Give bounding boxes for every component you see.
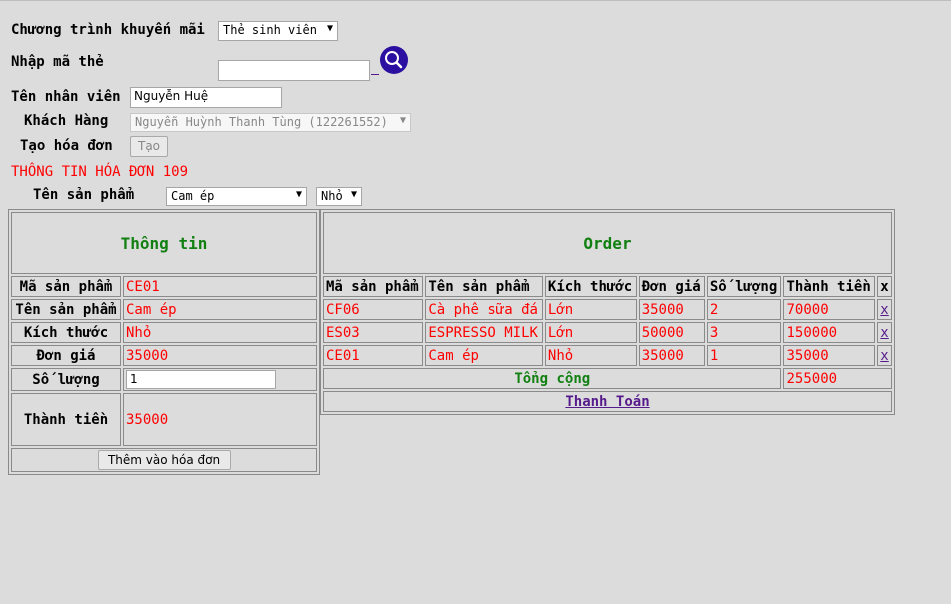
order-cell: ESPRESSO MILK: [425, 322, 543, 343]
info-qty-cell: 1: [123, 368, 317, 391]
order-col-size: Kích thước: [544, 276, 637, 297]
chevron-down-icon: ▼: [399, 115, 406, 126]
remove-item-link[interactable]: x: [880, 302, 888, 318]
order-cell: 70000: [783, 299, 876, 320]
info-code-key: Mã sản phẩm: [11, 276, 121, 297]
customer-label: Khách Hàng: [24, 113, 109, 129]
chevron-down-icon: ▼: [350, 189, 357, 200]
order-col-name: Tên sản phẩm: [425, 276, 543, 297]
invoice-title: THÔNG TIN HÓA ĐƠN 109: [11, 164, 189, 180]
promo-select-value: Thẻ sinh viên: [223, 23, 317, 37]
create-invoice-label: Tạo hóa đơn: [20, 138, 113, 154]
size-select[interactable]: Nhỏ ▼: [316, 187, 362, 206]
info-size-value: Nhỏ: [123, 322, 317, 343]
card-link-underline: [371, 74, 379, 75]
info-qty-key: Số lượng: [11, 368, 121, 391]
order-remove-cell: x: [877, 299, 892, 320]
add-to-invoice-button[interactable]: Thêm vào hóa đơn: [97, 450, 231, 470]
order-header-row: Mã sản phẩm Tên sản phẩm Kích thước Đơn …: [323, 276, 892, 297]
order-col-code: Mã sản phẩm: [323, 276, 424, 297]
customer-select[interactable]: Nguyễn Huỳnh Thanh Tùng (122261552) ▼: [130, 113, 411, 132]
table-row: CE01 Cam ép Nhỏ 35000 1 35000 x: [323, 345, 892, 366]
pay-link[interactable]: Thanh Toán: [565, 394, 649, 410]
order-cell: CE01: [323, 345, 424, 366]
order-cell: Lớn: [544, 299, 637, 320]
order-remove-cell: x: [877, 322, 892, 343]
create-invoice-button[interactable]: Tạo: [130, 136, 168, 157]
card-label: Nhập mã thẻ: [11, 54, 104, 70]
order-col-remove: x: [877, 276, 892, 297]
product-info-table: Thông tin Mã sản phẩm CE01 Tên sản phẩm …: [8, 209, 320, 475]
remove-item-link[interactable]: x: [880, 348, 888, 364]
size-select-value: Nhỏ: [321, 189, 343, 203]
order-table: Order Mã sản phẩm Tên sản phẩm Kích thướ…: [320, 209, 895, 415]
order-cell: 150000: [783, 322, 876, 343]
order-cell: 50000: [638, 322, 705, 343]
employee-label: Tên nhân viên: [11, 89, 121, 105]
info-name-value: Cam ép: [123, 299, 317, 320]
search-button[interactable]: [380, 46, 408, 74]
info-code-value: CE01: [123, 276, 317, 297]
order-col-qty: Số lượng: [706, 276, 782, 297]
remove-item-link[interactable]: x: [880, 325, 888, 341]
order-cell: 35000: [638, 299, 705, 320]
table-row: ES03 ESPRESSO MILK Lớn 50000 3 150000 x: [323, 322, 892, 343]
product-label: Tên sản phẩm: [33, 187, 135, 203]
order-cell: 2: [706, 299, 782, 320]
order-cell: ES03: [323, 322, 424, 343]
product-select[interactable]: Cam ép ▼: [166, 187, 307, 206]
customer-select-value: Nguyễn Huỳnh Thanh Tùng (122261552): [135, 115, 388, 129]
order-cell: 35000: [783, 345, 876, 366]
pay-cell: Thanh Toán: [323, 391, 892, 412]
order-cell: 1: [706, 345, 782, 366]
order-title: Order: [323, 212, 892, 274]
chevron-down-icon: ▼: [326, 23, 333, 34]
order-total-value: 255000: [783, 368, 892, 389]
employee-input[interactable]: Nguyễn Huệ: [130, 87, 282, 108]
product-select-value: Cam ép: [171, 189, 215, 203]
card-input[interactable]: [218, 60, 370, 81]
add-button-cell: Thêm vào hóa đơn: [11, 448, 317, 472]
order-remove-cell: x: [877, 345, 892, 366]
order-cell: Cà phê sữa đá: [425, 299, 543, 320]
info-name-key: Tên sản phẩm: [11, 299, 121, 320]
info-size-key: Kích thước: [11, 322, 121, 343]
order-col-price: Đơn giá: [638, 276, 705, 297]
order-col-total: Thành tiền: [783, 276, 876, 297]
order-cell: 35000: [638, 345, 705, 366]
info-price-value: 35000: [123, 345, 317, 366]
order-total-label: Tổng cộng: [323, 368, 782, 389]
order-cell: CF06: [323, 299, 424, 320]
info-title: Thông tin: [11, 212, 317, 274]
quantity-input[interactable]: 1: [126, 370, 276, 389]
order-cell: Nhỏ: [544, 345, 637, 366]
info-total-value: 35000: [123, 393, 317, 446]
order-cell: Lớn: [544, 322, 637, 343]
search-icon: [385, 51, 403, 69]
info-total-key: Thành tiền: [11, 393, 121, 446]
chevron-down-icon: ▼: [295, 189, 302, 200]
info-price-key: Đơn giá: [11, 345, 121, 366]
order-cell: 3: [706, 322, 782, 343]
table-row: CF06 Cà phê sữa đá Lớn 35000 2 70000 x: [323, 299, 892, 320]
promo-select[interactable]: Thẻ sinh viên ▼: [218, 21, 338, 41]
promo-label: Chương trình khuyến mãi: [11, 22, 205, 38]
order-cell: Cam ép: [425, 345, 543, 366]
